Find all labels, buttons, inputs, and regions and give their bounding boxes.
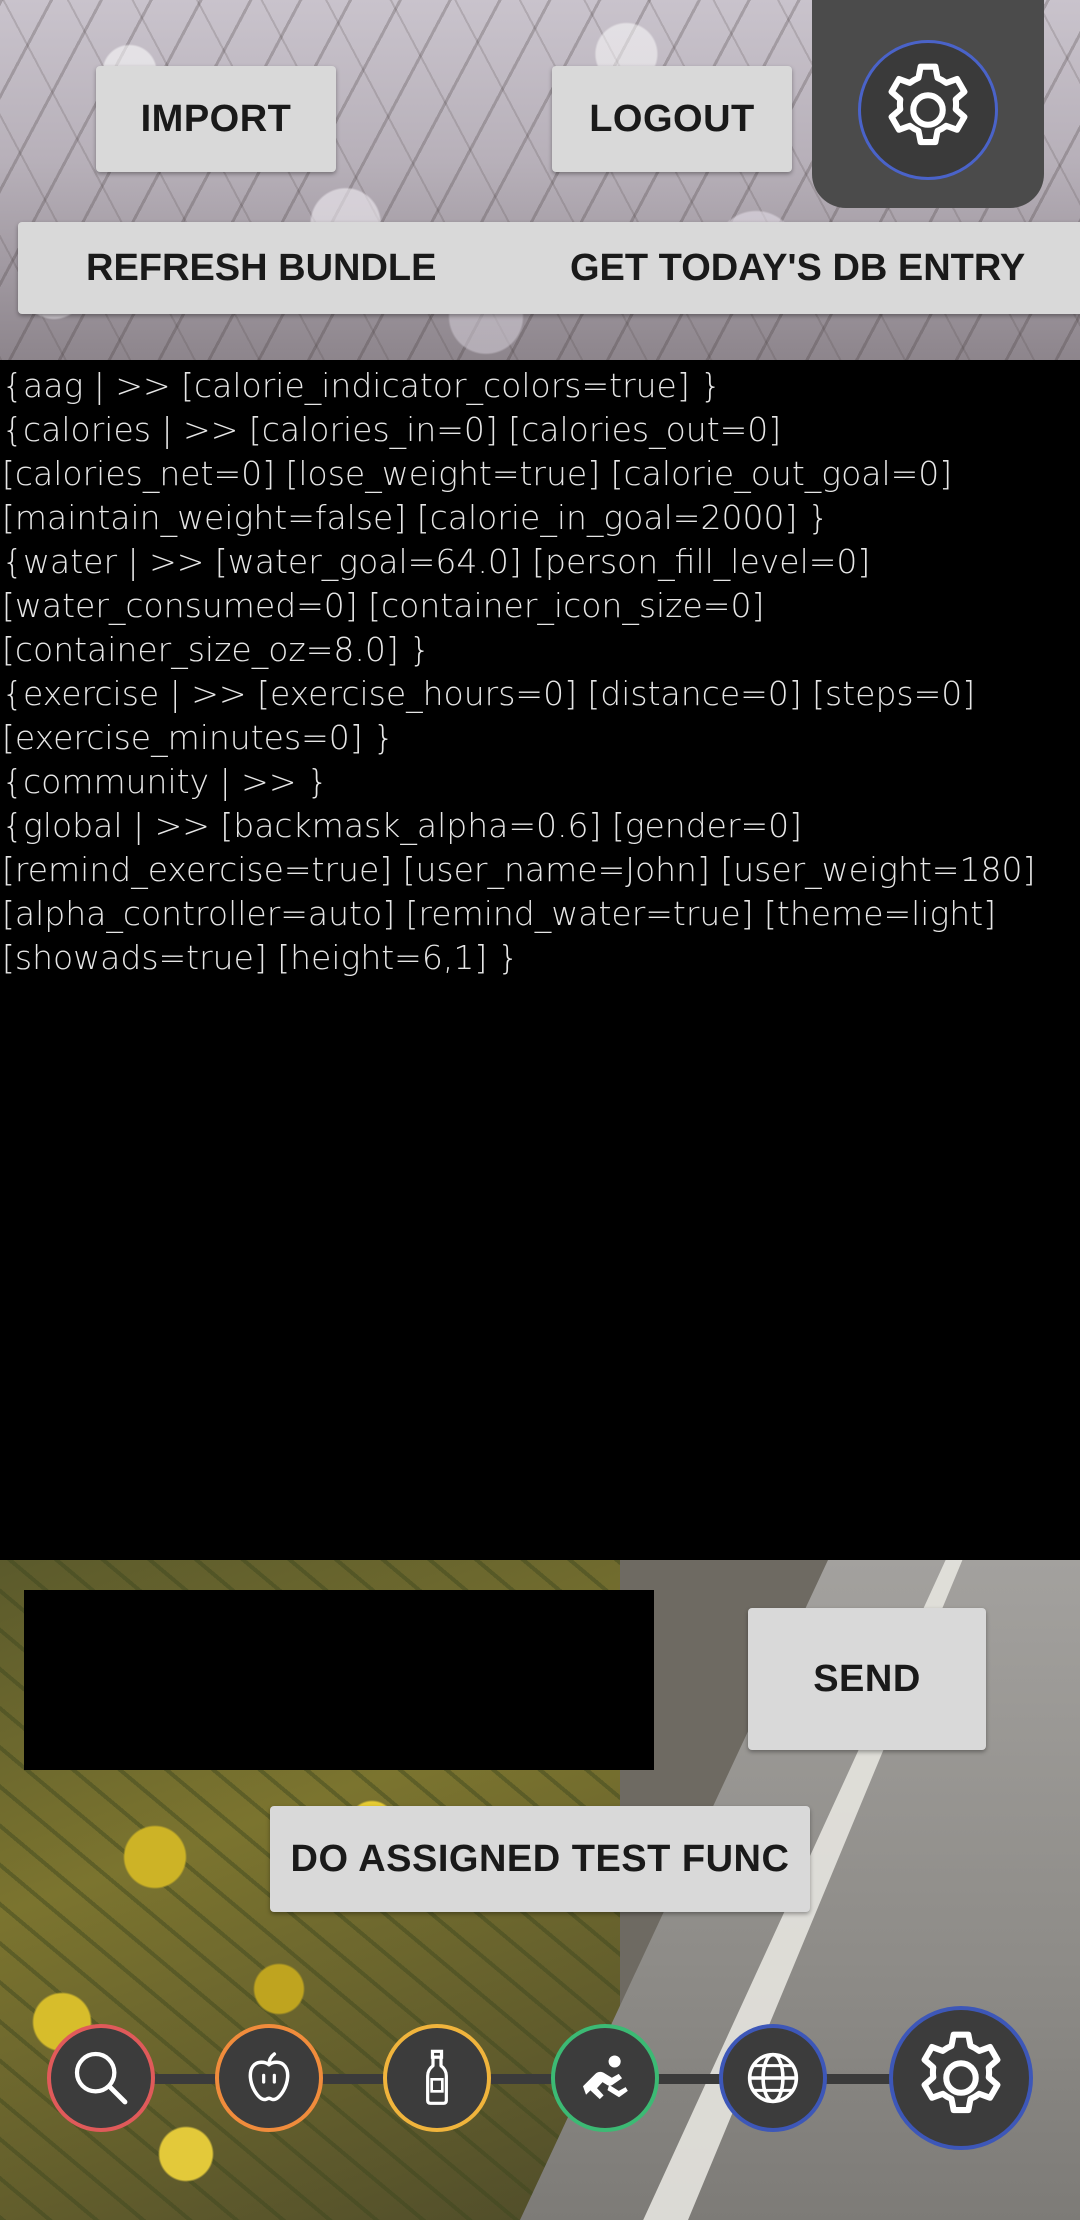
console-line: {global | >> [backmask_alpha=0.6] [gende… bbox=[2, 806, 803, 845]
gear-icon bbox=[888, 63, 968, 146]
nav-water-button[interactable] bbox=[383, 2024, 491, 2132]
console-line: [container_size_oz=8.0] } bbox=[2, 630, 431, 669]
logout-button[interactable]: LOGOUT bbox=[552, 66, 792, 172]
console-line: {exercise | >> [exercise_hours=0] [dista… bbox=[2, 674, 976, 713]
import-button[interactable]: IMPORT bbox=[96, 66, 336, 172]
apple-icon bbox=[248, 2052, 290, 2102]
nav-exercise-button[interactable] bbox=[551, 2024, 659, 2132]
nav-settings-button[interactable] bbox=[889, 2006, 1033, 2150]
console-line: [remind_exercise=true] [user_name=John] … bbox=[2, 850, 1036, 889]
nav-search-button[interactable] bbox=[47, 2024, 155, 2132]
console-line: [maintain_weight=false] [calorie_in_goal… bbox=[2, 498, 829, 537]
console-line: {aag | >> [calorie_indicator_colors=true… bbox=[2, 366, 722, 405]
test-func-button[interactable]: DO ASSIGNED TEST FUNC bbox=[270, 1806, 810, 1912]
refresh-bundle-button[interactable]: REFRESH BUNDLE bbox=[86, 222, 436, 314]
bottle-icon bbox=[426, 2049, 448, 2105]
bundle-toolbar: REFRESH BUNDLE GET TODAY'S DB ENTRY bbox=[18, 222, 1080, 314]
nav-community-button[interactable] bbox=[719, 2024, 827, 2132]
send-button[interactable]: SEND bbox=[748, 1608, 986, 1750]
console-output[interactable]: {aag | >> [calorie_indicator_colors=true… bbox=[0, 360, 1080, 1560]
console-line: [water_consumed=0] [container_icon_size=… bbox=[2, 586, 765, 625]
search-icon bbox=[74, 2051, 128, 2105]
exercise-icon bbox=[583, 2055, 628, 2100]
globe-icon bbox=[747, 2052, 799, 2104]
console-line: [showads=true] [height=6,1] } bbox=[2, 938, 519, 977]
app-screen: IMPORT LOGOUT REFRESH BUNDLE GET TODAY'S… bbox=[0, 0, 1080, 2220]
console-line: {calories | >> [calories_in=0] [calories… bbox=[2, 410, 782, 449]
console-line: [alpha_controller=auto] [remind_water=tr… bbox=[2, 894, 997, 933]
message-input[interactable] bbox=[24, 1590, 654, 1770]
settings-button[interactable] bbox=[858, 40, 998, 180]
console-line: [calories_net=0] [lose_weight=true] [cal… bbox=[2, 454, 953, 493]
get-db-entry-button[interactable]: GET TODAY'S DB ENTRY bbox=[570, 222, 1025, 314]
console-line: {community | >> } bbox=[2, 762, 328, 801]
console-line: {water | >> [water_goal=64.0] [person_fi… bbox=[2, 542, 871, 581]
console-line: [exercise_minutes=0] } bbox=[2, 718, 395, 757]
gear-icon bbox=[921, 2031, 1001, 2114]
nav-food-button[interactable] bbox=[215, 2024, 323, 2132]
